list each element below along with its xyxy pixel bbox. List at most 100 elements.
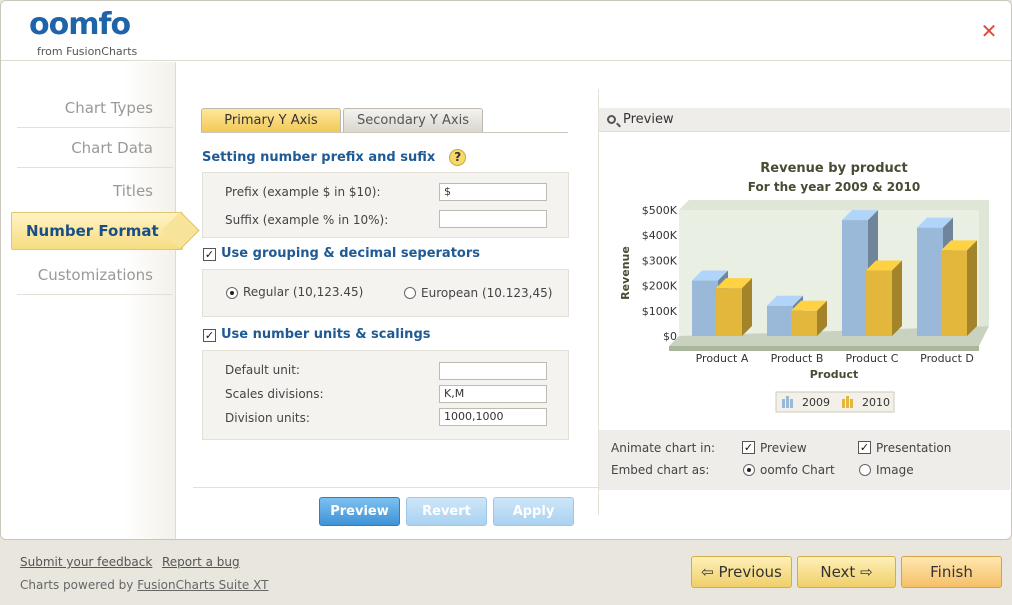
units-checkbox[interactable]: ✓ [203,329,216,342]
legend-swatch-2009 [782,399,785,408]
bar-2010-product-b [791,310,817,336]
prefix-input[interactable]: $ [439,183,547,201]
grouping-section-title: Use grouping & decimal seperators [221,246,480,261]
units-panel: Default unit: Scales divisions: K,M Divi… [202,350,569,440]
x-tick-label: Product C [846,352,899,365]
preview-chart: Revenue by product For the year 2009 & 20… [599,133,1010,429]
wizard-window: oomfo from FusionCharts ✕ Chart Types Ch… [0,0,1012,540]
bar-2009-product-a [692,280,718,336]
apply-button[interactable]: Apply [493,497,574,526]
preview-header-label: Preview [623,112,674,127]
suffix-label: Suffix (example % in 10%): [225,213,389,227]
scales-divisions-label: Scales divisions: [225,387,324,401]
legend-swatch-2010 [842,399,845,408]
prefix-label: Prefix (example $ in $10): [225,185,381,199]
bar-2009-product-d [917,227,943,336]
bar-2009-product-b [767,305,793,336]
sidebar-item-chart-data[interactable]: Chart Data [17,128,173,168]
y-tick-label: $300K [642,254,678,267]
animate-preview-label: Preview [760,441,807,455]
embed-label: Embed chart as: [611,463,710,477]
legend-swatch-2010 [846,396,849,408]
y-tick-label: $0 [663,330,677,343]
y-tick-label: $400K [642,229,678,242]
bar-2010-product-a [716,288,742,336]
action-bar: Preview Revert Apply [193,487,598,537]
scales-divisions-input[interactable]: K,M [439,385,547,403]
report-bug-link[interactable]: Report a bug [162,555,240,569]
grouping-checkbox[interactable]: ✓ [203,248,216,261]
chart-floor-edge [669,346,979,351]
bar-2009-product-c [842,220,868,336]
division-units-label: Division units: [225,411,310,425]
legend-swatch-2010 [850,399,853,408]
fusioncharts-link[interactable]: FusionCharts Suite XT [137,578,268,592]
suffix-input[interactable] [439,210,547,228]
european-radio[interactable] [404,287,416,299]
y-tick-label: $100K [642,305,678,318]
chart-title: Revenue by product [760,161,907,176]
preview-options: Animate chart in: ✓ Preview ✓ Presentati… [599,430,1010,490]
chart-subtitle: For the year 2009 & 2010 [748,180,920,194]
grouping-panel: Regular (10,123.45) European (10.123,45) [202,269,569,317]
magnifier-icon [607,115,616,124]
previous-button[interactable]: ⇦ Previous [691,556,792,588]
embed-oomfo-label: oomfo Chart [760,463,835,477]
revert-button[interactable]: Revert [406,497,487,526]
european-label: European (10.123,45) [421,286,553,300]
bar-side [967,240,977,336]
legend-swatch-2009 [786,396,789,408]
regular-label: Regular (10,123.45) [243,285,364,299]
close-icon[interactable]: ✕ [979,21,999,41]
default-unit-input[interactable] [439,362,547,380]
tab-divider [201,132,568,133]
arrow-left-icon: ⇦ [701,563,719,581]
feedback-link[interactable]: Submit your feedback [20,555,152,569]
finish-button[interactable]: Finish [901,556,1002,588]
preview-button[interactable]: Preview [319,497,400,526]
units-section-title: Use number units & scalings [221,327,431,342]
sidebar: Chart Types Chart Data Titles Number For… [1,62,183,539]
y-axis-label: Revenue [619,246,632,300]
embed-image-label: Image [876,463,914,477]
tab-primary-y-axis[interactable]: Primary Y Axis [201,108,341,132]
regular-radio[interactable] [226,287,238,299]
x-axis-label: Product [810,368,859,381]
help-icon[interactable]: ? [449,149,467,166]
division-units-input[interactable]: 1000,1000 [439,408,547,426]
embed-image-radio[interactable] [859,464,871,476]
number-format-panel: Primary Y Axis Secondary Y Axis Setting … [193,89,598,519]
previous-label: Previous [718,563,782,581]
default-unit-label: Default unit: [225,363,300,377]
oomfo-logo: oomfo from FusionCharts [29,7,149,58]
y-tick-label: $500K [642,204,678,217]
animate-presentation-label: Presentation [876,441,952,455]
prefix-section-title-text: Setting number prefix and sufix [202,150,436,165]
sidebar-item-chart-types[interactable]: Chart Types [17,88,173,128]
animate-label: Animate chart in: [611,441,716,455]
x-tick-label: Product B [771,352,824,365]
arrow-right-icon: ⇨ [855,563,873,581]
prefix-section-title: Setting number prefix and sufix? [202,149,467,166]
bar-side [742,278,752,336]
animate-presentation-checkbox[interactable]: ✓ [858,441,871,454]
x-tick-label: Product D [920,352,974,365]
next-label: Next [820,563,856,581]
header: oomfo from FusionCharts ✕ [1,1,1011,61]
tab-secondary-y-axis[interactable]: Secondary Y Axis [343,108,483,132]
logo-brand: oomfo [29,7,131,42]
prefix-panel: Prefix (example $ in $10): $ Suffix (exa… [202,172,569,238]
bar-2010-product-c [866,270,892,336]
sidebar-item-customizations[interactable]: Customizations [17,255,173,295]
logo-subtitle: from FusionCharts [37,45,138,58]
embed-oomfo-radio[interactable] [743,464,755,476]
y-tick-label: $200K [642,280,678,293]
animate-preview-checkbox[interactable]: ✓ [742,441,755,454]
next-button[interactable]: Next ⇨ [797,556,896,588]
sidebar-item-titles[interactable]: Titles [17,171,173,213]
bar-2010-product-d [941,250,967,336]
legend-swatch-2009 [790,399,793,408]
preview-panel: Preview Revenue by product For the year 2… [599,108,1010,491]
legend-item-2010: 2010 [862,396,890,409]
sidebar-item-number-format[interactable]: Number Format [11,212,183,250]
